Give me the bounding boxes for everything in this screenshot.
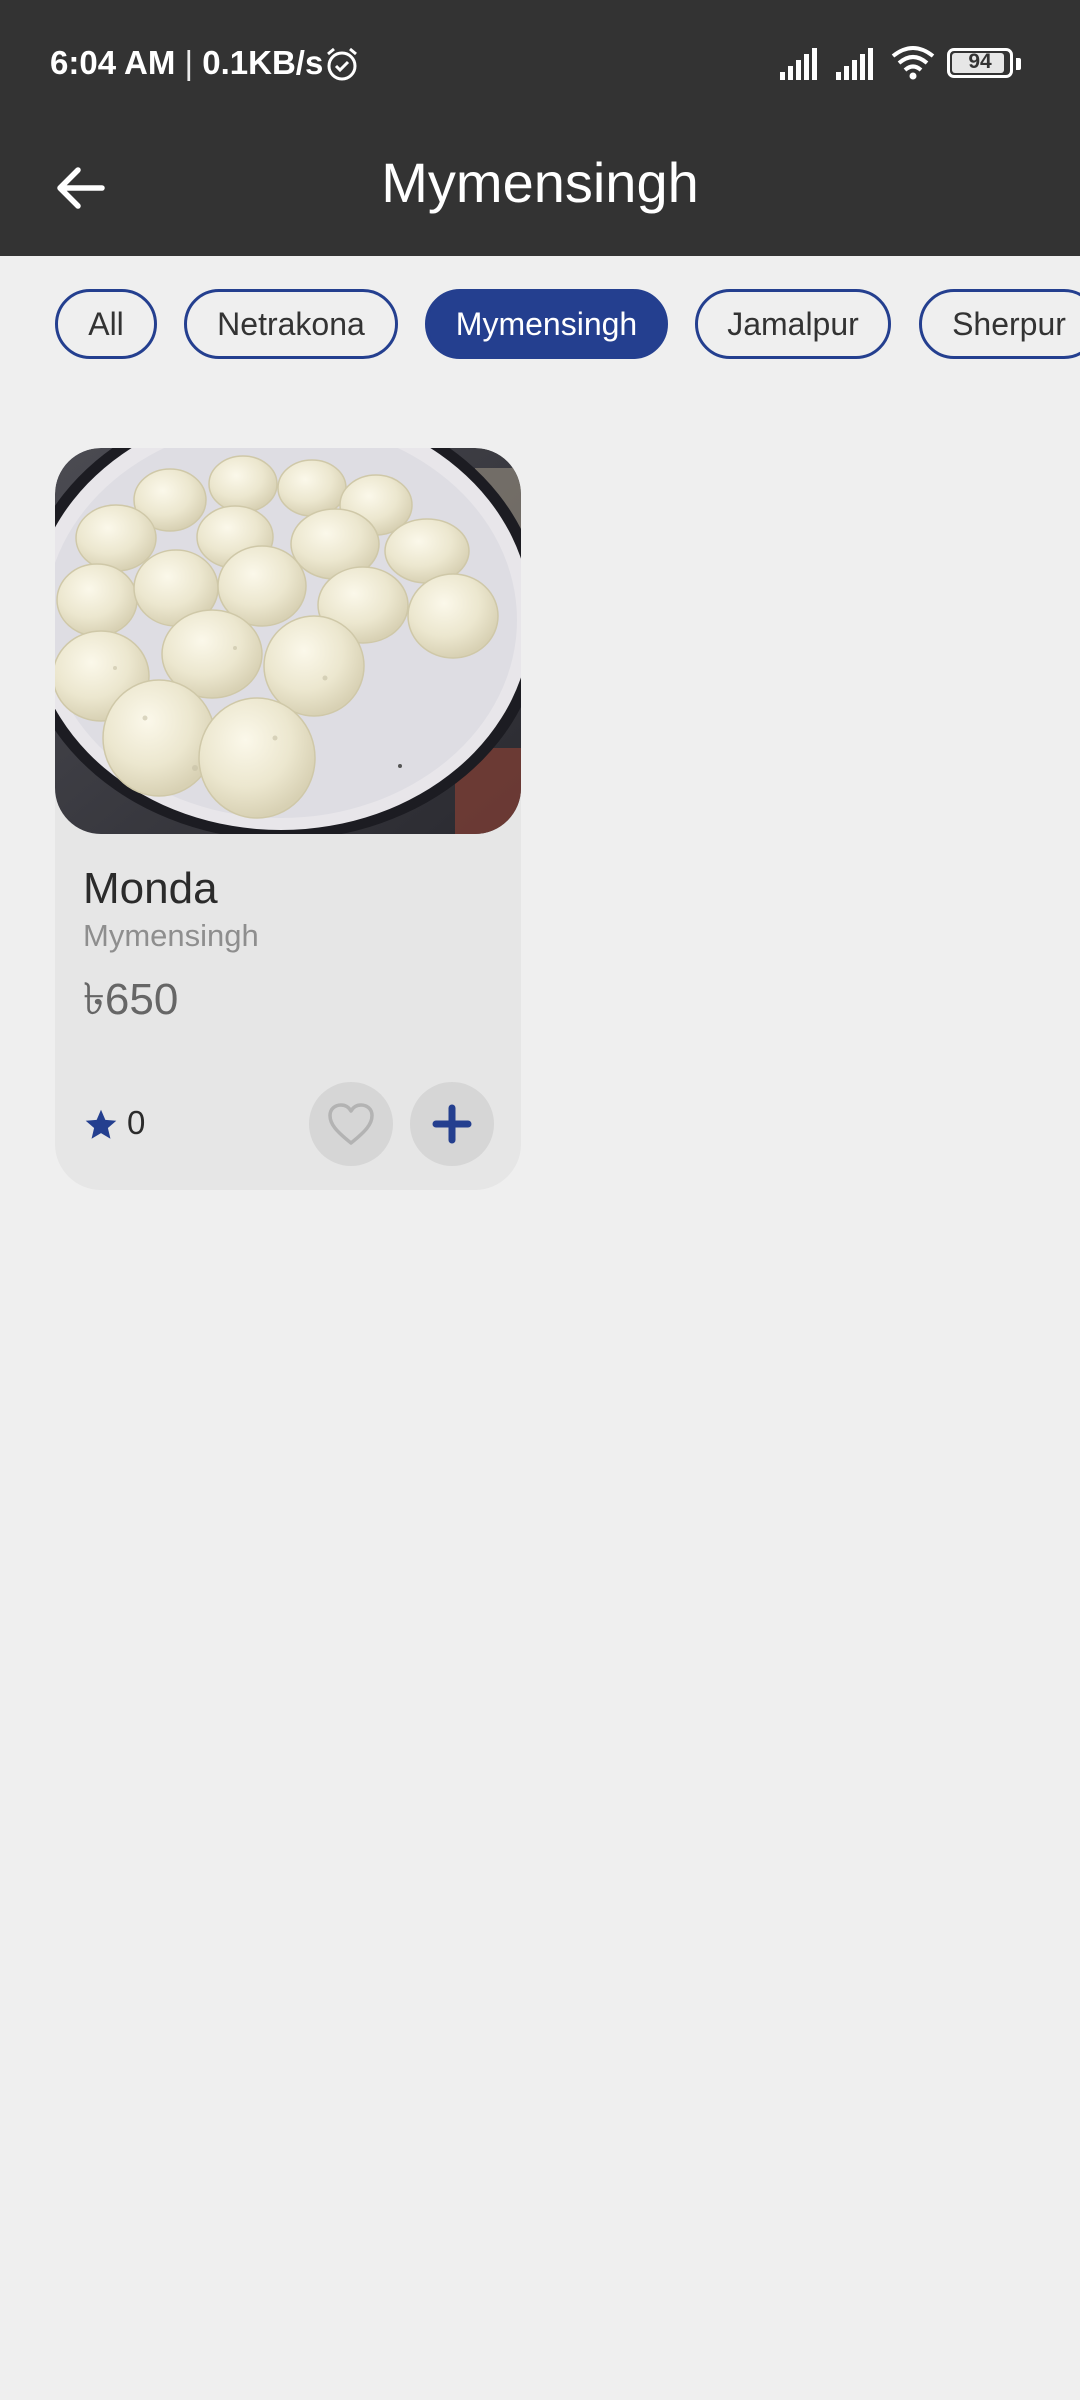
status-separator: | [184, 44, 194, 81]
alarm-icon [327, 47, 357, 81]
wifi-icon [891, 46, 935, 80]
district-filter-bar: All Netrakona Mymensingh Jamalpur Sherpu… [55, 289, 1080, 359]
app-bar: Mymensingh [0, 128, 1080, 256]
product-location: Mymensingh [83, 918, 259, 953]
top-bar: 6:04 AM | 0.1KB/s 94 Mymensingh [0, 0, 1080, 256]
heart-outline-icon [328, 1103, 374, 1145]
status-icons: 94 [780, 40, 1080, 90]
status-time: 6:04 AM [50, 44, 176, 81]
filter-chip-jamalpur[interactable]: Jamalpur [695, 289, 891, 359]
battery-icon: 94 [947, 48, 1013, 78]
signal-icon [780, 48, 817, 80]
network-speed: 0.1KB/s [202, 44, 324, 81]
plus-icon [432, 1104, 472, 1144]
star-icon [85, 1109, 117, 1139]
product-image[interactable] [55, 448, 521, 834]
add-to-cart-button[interactable] [410, 1082, 494, 1166]
product-card[interactable]: Monda Mymensingh ৳650 0 [55, 448, 521, 1190]
filter-chip-sherpur[interactable]: Sherpur [919, 289, 1080, 359]
signal-icon [836, 48, 873, 80]
product-name: Monda [83, 864, 218, 913]
filter-chip-mymensingh[interactable]: Mymensingh [425, 289, 668, 359]
battery-level: 94 [968, 50, 992, 73]
status-time-group: 6:04 AM | 0.1KB/s [50, 44, 323, 82]
filter-chip-netrakona[interactable]: Netrakona [184, 289, 398, 359]
status-bar: 6:04 AM | 0.1KB/s 94 [0, 0, 1080, 128]
favorite-button[interactable] [309, 1082, 393, 1166]
page-title: Mymensingh [381, 151, 699, 214]
filter-chip-all[interactable]: All [55, 289, 157, 359]
product-price: ৳650 [83, 975, 179, 1024]
product-rating: 0 [127, 1104, 146, 1141]
